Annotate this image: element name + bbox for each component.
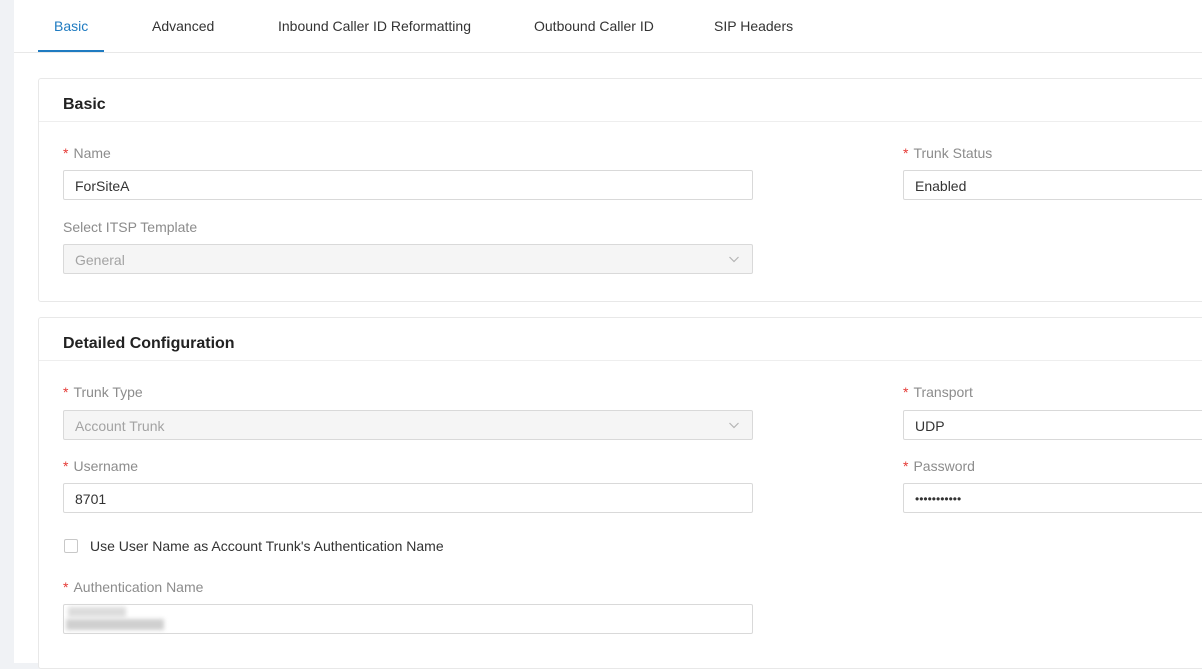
chevron-down-icon <box>729 422 739 429</box>
itsp-template-label: Select ITSP Template <box>63 219 198 235</box>
required-mark: * <box>903 458 909 474</box>
tab-sip-headers[interactable]: SIP Headers <box>714 18 793 34</box>
use-username-as-auth-label: Use User Name as Account Trunk's Authent… <box>90 538 444 554</box>
chevron-down-icon <box>729 256 739 263</box>
itsp-template-value: General <box>75 252 125 268</box>
detailed-configuration-section: Detailed Configuration * Trunk Type Accou… <box>38 317 1202 669</box>
trunk-type-select[interactable]: Account Trunk <box>63 410 753 440</box>
tab-outbound-caller-id[interactable]: Outbound Caller ID <box>534 18 654 34</box>
tab-basic[interactable]: Basic <box>54 18 88 34</box>
trunk-type-value: Account Trunk <box>75 418 165 434</box>
password-input[interactable]: ••••••••••• <box>903 483 1202 513</box>
username-input[interactable]: 8701 <box>63 483 753 513</box>
password-label: * Password <box>903 458 975 474</box>
username-label: * Username <box>63 458 139 474</box>
section-divider <box>39 360 1202 361</box>
basic-section: Basic * Name ForSiteA * Trunk Status Enabl… <box>38 78 1202 302</box>
tab-advanced[interactable]: Advanced <box>152 18 214 34</box>
required-mark: * <box>63 458 69 474</box>
itsp-template-select[interactable]: General <box>63 244 753 274</box>
name-input[interactable]: ForSiteA <box>63 170 753 200</box>
redacted-value <box>66 619 164 630</box>
trunk-status-label: * Trunk Status <box>903 145 993 161</box>
detailed-configuration-title: Detailed Configuration <box>63 335 235 352</box>
required-mark: * <box>903 145 909 161</box>
active-tab-indicator <box>38 50 104 52</box>
transport-select[interactable]: UDP <box>903 410 1202 440</box>
tab-inbound-caller-id-reformatting[interactable]: Inbound Caller ID Reformatting <box>278 18 471 34</box>
required-mark: * <box>63 384 69 400</box>
required-mark: * <box>63 579 69 595</box>
tab-bar: Basic Advanced Inbound Caller ID Reforma… <box>14 0 1202 53</box>
trunk-edit-page: Basic Advanced Inbound Caller ID Reforma… <box>14 0 1202 669</box>
authentication-name-input[interactable] <box>63 604 753 634</box>
transport-label: * Transport <box>903 384 973 400</box>
trunk-type-label: * Trunk Type <box>63 384 143 400</box>
required-mark: * <box>63 145 69 161</box>
section-divider <box>39 121 1202 122</box>
authentication-name-label: * Authentication Name <box>63 579 204 595</box>
basic-section-title: Basic <box>63 96 106 113</box>
name-label: * Name <box>63 145 111 161</box>
use-username-as-auth-checkbox[interactable] <box>64 539 78 553</box>
redacted-value <box>68 607 126 617</box>
trunk-status-select[interactable]: Enabled <box>903 170 1202 200</box>
required-mark: * <box>903 384 909 400</box>
